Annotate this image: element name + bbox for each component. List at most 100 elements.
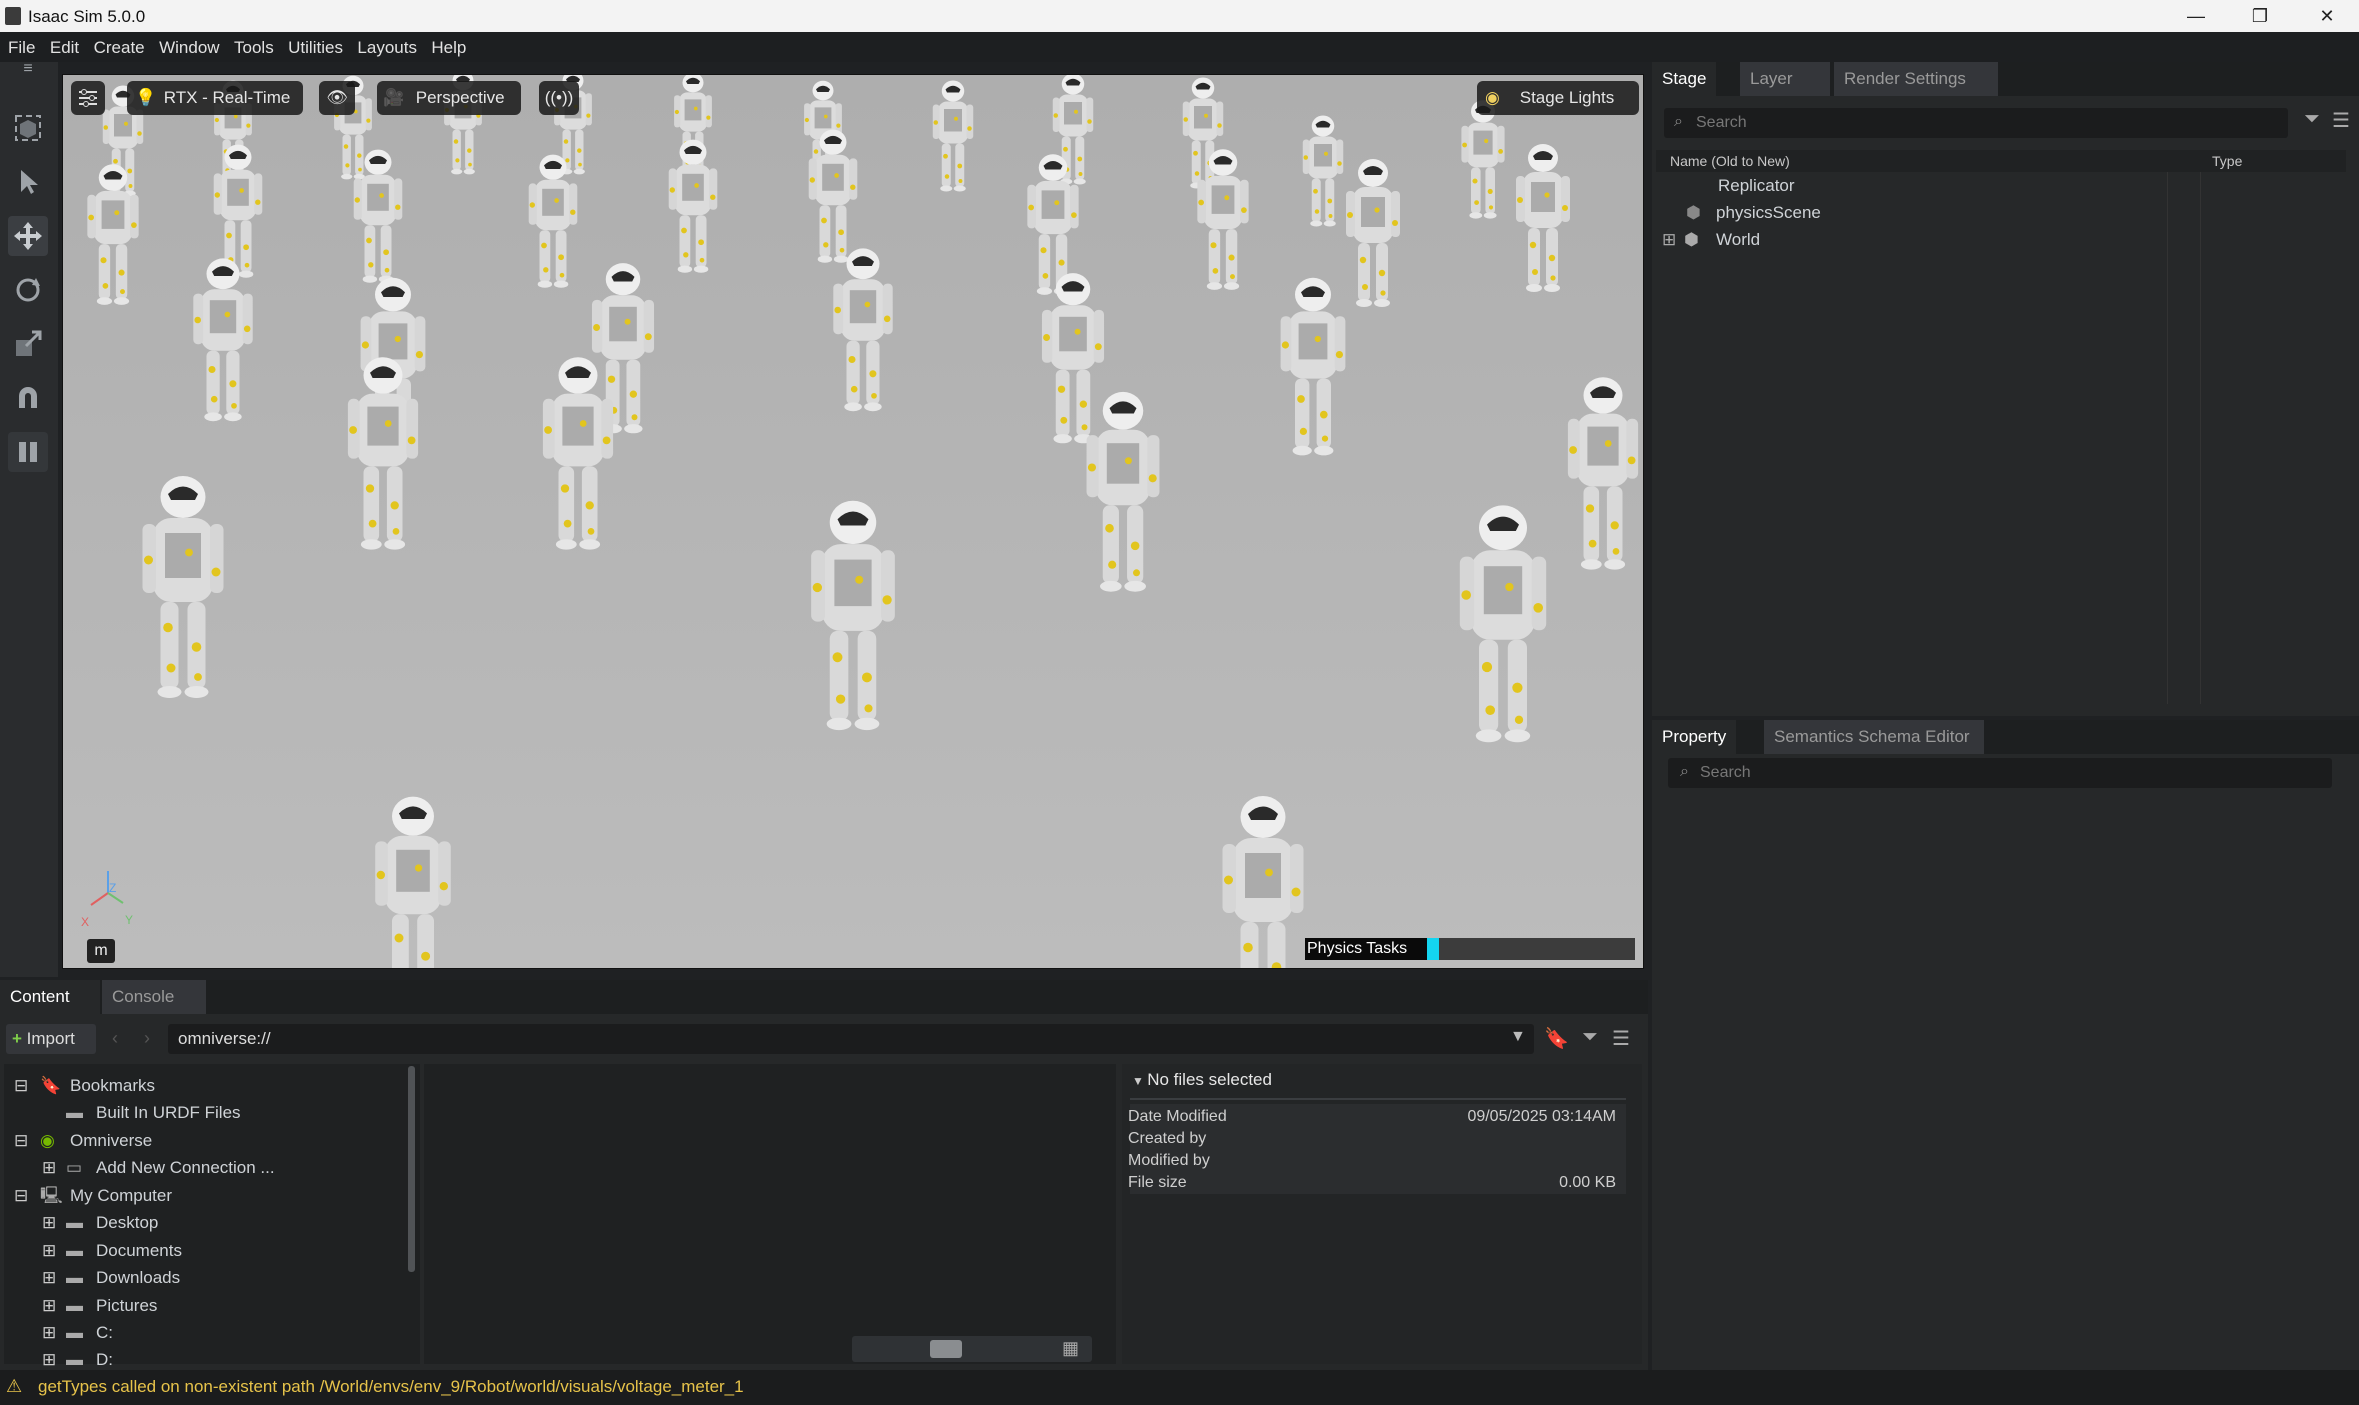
- menu-icon[interactable]: ☰: [2332, 108, 2350, 133]
- tree-item-bookmarks[interactable]: ⊟ 🔖 Bookmarks: [14, 1072, 155, 1099]
- maximize-button[interactable]: ❐: [2228, 0, 2292, 32]
- tab-stage[interactable]: Stage: [1652, 62, 1717, 96]
- tree-item-documents[interactable]: ⊞ ▬ Documents: [42, 1237, 182, 1264]
- tab-console[interactable]: Console: [102, 980, 206, 1014]
- stage-lights-button[interactable]: ◉ Stage Lights: [1477, 81, 1639, 115]
- tree-item-add-connection[interactable]: ⊞ ▭ Add New Connection ...: [42, 1154, 275, 1181]
- tab-render-settings[interactable]: Render Settings: [1834, 62, 1998, 96]
- details-header[interactable]: ▼ No files selected: [1132, 1070, 1272, 1090]
- menu-create[interactable]: Create: [94, 32, 145, 58]
- camera-button[interactable]: 🎥 Perspective: [377, 81, 521, 115]
- expand-icon[interactable]: ⊞: [42, 1292, 66, 1319]
- visibility-button[interactable]: 👁: [319, 81, 355, 115]
- path-input[interactable]: omniverse://: [168, 1024, 1534, 1054]
- viewport-settings-button[interactable]: [71, 81, 105, 115]
- broadcast-icon: ((•)): [544, 88, 574, 107]
- renderer-label: RTX - Real-Time: [163, 88, 291, 107]
- grid-view-icon[interactable]: ▦: [1062, 1338, 1079, 1359]
- grip-icon: ≡: [23, 60, 33, 77]
- stage-item-physicsscene[interactable]: ⬢ physicsScene: [1686, 199, 1821, 226]
- tree-item-omniverse[interactable]: ⊟ ◉ Omniverse: [14, 1127, 152, 1154]
- tab-property[interactable]: Property: [1652, 720, 1737, 754]
- detail-date-modified-value: 09/05/2025 03:14AM: [1467, 1108, 1616, 1125]
- renderer-button[interactable]: 💡 RTX - Real-Time: [127, 81, 303, 115]
- camera-label: Perspective: [415, 88, 505, 107]
- camera-icon: 🎥: [383, 88, 405, 107]
- collapse-icon[interactable]: ⊟: [14, 1182, 40, 1209]
- content-panel: Content Console + Import ‹ › omniverse:/…: [0, 980, 1648, 1370]
- tree-item-desktop[interactable]: ⊞ ▬ Desktop: [42, 1209, 158, 1236]
- menu-help[interactable]: Help: [431, 32, 466, 58]
- tree-item-d-drive[interactable]: ⊞ ▬ D:: [42, 1346, 113, 1368]
- tab-content[interactable]: Content: [0, 980, 100, 1014]
- thumbnail-size-slider[interactable]: ▦: [852, 1336, 1092, 1362]
- move-icon[interactable]: [8, 216, 48, 256]
- stage-item-replicator[interactable]: Replicator: [1718, 172, 1795, 199]
- stage-lights-label: Stage Lights: [1519, 88, 1615, 107]
- folder-icon: ▬: [66, 1103, 83, 1122]
- column-type[interactable]: Type: [2212, 153, 2242, 169]
- tree-item-built-in-urdf[interactable]: ▬ Built In URDF Files: [66, 1099, 241, 1126]
- server-icon: ▭: [66, 1158, 83, 1177]
- expand-icon[interactable]: ⊞: [42, 1154, 66, 1181]
- stage-search-input[interactable]: Search: [1664, 108, 2288, 138]
- expand-icon[interactable]: ⊞: [42, 1264, 66, 1291]
- menu-layouts[interactable]: Layouts: [357, 32, 417, 58]
- status-message: getTypes called on non-existent path /Wo…: [38, 1377, 744, 1396]
- expand-icon[interactable]: ⊞: [1662, 226, 1684, 253]
- bookmark-icon[interactable]: 🔖: [1544, 1026, 1569, 1051]
- expand-icon[interactable]: ⊞: [42, 1319, 66, 1346]
- scene-render: [63, 75, 1643, 968]
- tab-layer[interactable]: Layer: [1740, 62, 1830, 96]
- forward-icon[interactable]: ›: [144, 1028, 150, 1049]
- slider-thumb[interactable]: [930, 1340, 962, 1358]
- filter-icon[interactable]: ⏷: [2304, 108, 2320, 131]
- expand-icon[interactable]: ⊞: [42, 1209, 66, 1236]
- axis-z-label: Z: [109, 881, 117, 895]
- close-button[interactable]: ✕: [2295, 0, 2359, 32]
- property-search-input[interactable]: Search: [1668, 758, 2332, 788]
- tree-item-c-drive[interactable]: ⊞ ▬ C:: [42, 1319, 113, 1346]
- status-bar: ⚠ getTypes called on non-existent path /…: [0, 1370, 2359, 1405]
- menu-edit[interactable]: Edit: [50, 32, 79, 58]
- expand-icon[interactable]: ⊞: [42, 1237, 66, 1264]
- detail-file-size-value: 0.00 KB: [1559, 1174, 1616, 1191]
- menu-bar: File Edit Create Window Tools Utilities …: [0, 32, 2359, 62]
- search-icon: ⌕: [1680, 763, 1689, 780]
- tree-scrollbar[interactable]: [408, 1066, 415, 1272]
- sliders-icon: [79, 89, 97, 107]
- snap-magnet-icon[interactable]: [8, 378, 48, 418]
- tab-semantics-schema-editor[interactable]: Semantics Schema Editor: [1764, 720, 1984, 754]
- menu-icon[interactable]: ☰: [1612, 1026, 1630, 1051]
- file-grid[interactable]: [424, 1064, 1116, 1364]
- scale-icon[interactable]: [8, 324, 48, 364]
- menu-file[interactable]: File: [8, 32, 35, 58]
- menu-tools[interactable]: Tools: [234, 32, 274, 58]
- left-toolbar: ≡: [0, 60, 58, 977]
- viewport[interactable]: Z X Y 💡 RTX - Real-Time 👁 🎥 Perspective …: [62, 74, 1644, 969]
- menu-utilities[interactable]: Utilities: [288, 32, 343, 58]
- frame-selection-icon[interactable]: [8, 108, 48, 148]
- expand-icon[interactable]: ⊞: [42, 1346, 66, 1368]
- rotate-icon[interactable]: [8, 270, 48, 310]
- back-icon[interactable]: ‹: [112, 1028, 118, 1049]
- details-panel: ▼ No files selected Date Modified 09/05/…: [1122, 1064, 1642, 1364]
- stage-item-world[interactable]: ⊞ ⬢ World: [1662, 226, 1760, 253]
- collapse-icon[interactable]: ⊟: [14, 1127, 40, 1154]
- detail-modified-by-label: Modified by: [1128, 1152, 1210, 1169]
- path-dropdown-icon[interactable]: ▼: [1510, 1028, 1526, 1046]
- physics-tasks-progress: [1427, 938, 1439, 960]
- tree-item-downloads[interactable]: ⊞ ▬ Downloads: [42, 1264, 180, 1291]
- filter-icon[interactable]: ⏷: [1582, 1026, 1598, 1049]
- select-icon[interactable]: [8, 162, 48, 202]
- folder-icon: ▬: [66, 1350, 83, 1368]
- pause-icon[interactable]: [8, 432, 48, 472]
- minimize-button[interactable]: —: [2164, 0, 2228, 32]
- import-button[interactable]: + Import: [6, 1024, 96, 1054]
- collapse-icon[interactable]: ⊟: [14, 1072, 40, 1099]
- tree-item-pictures[interactable]: ⊞ ▬ Pictures: [42, 1292, 157, 1319]
- tree-item-my-computer[interactable]: ⊟ 🖳 My Computer: [14, 1182, 172, 1209]
- menu-window[interactable]: Window: [159, 32, 219, 58]
- column-name[interactable]: Name (Old to New): [1670, 153, 1790, 169]
- broadcast-button[interactable]: ((•)): [539, 81, 579, 115]
